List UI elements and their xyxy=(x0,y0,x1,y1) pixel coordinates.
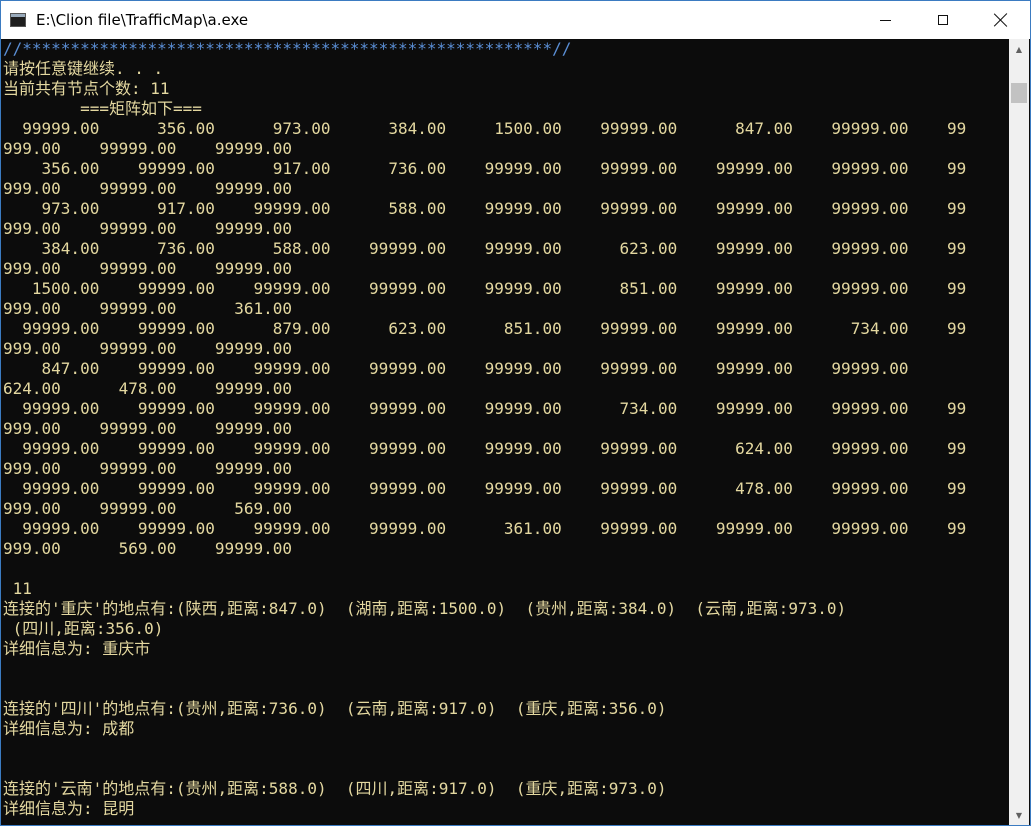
console-window: E:\Clion file\TrafficMap\a.exe //*******… xyxy=(0,0,1031,826)
console-line: 999.00 99999.00 99999.00 xyxy=(3,259,292,278)
console-line: 356.00 99999.00 917.00 736.00 99999.00 9… xyxy=(3,159,967,178)
console-line: 999.00 99999.00 99999.00 xyxy=(3,139,292,158)
console-line: 99999.00 356.00 973.00 384.00 1500.00 99… xyxy=(3,119,967,138)
close-button[interactable] xyxy=(972,1,1030,39)
minimize-icon xyxy=(879,19,891,21)
console-line: 999.00 99999.00 99999.00 xyxy=(3,339,292,358)
console-line: 973.00 917.00 99999.00 588.00 99999.00 9… xyxy=(3,199,967,218)
console-line: ===矩阵如下=== xyxy=(3,99,202,118)
console-line: 999.00 99999.00 99999.00 xyxy=(3,459,292,478)
console-line: 384.00 736.00 588.00 99999.00 99999.00 6… xyxy=(3,239,967,258)
console-line: 99999.00 99999.00 99999.00 99999.00 361.… xyxy=(3,519,967,538)
console-line: 连接的'四川'的地点有:(贵州,距离:736.0) (云南,距离:917.0) … xyxy=(3,699,667,718)
console-line: 连接的'云南'的地点有:(贵州,距离:588.0) (四川,距离:917.0) … xyxy=(3,779,667,798)
scroll-up-arrow-icon[interactable]: ▲ xyxy=(1009,39,1029,59)
scroll-down-arrow-icon[interactable]: ▼ xyxy=(1009,805,1029,825)
console-line: //**************************************… xyxy=(3,39,572,58)
console-line: 详细信息为: 成都 xyxy=(3,719,135,738)
console-line: 99999.00 99999.00 99999.00 99999.00 9999… xyxy=(3,399,967,418)
console-line: 11 xyxy=(3,579,32,598)
console-line: 连接的'重庆'的地点有:(陕西,距离:847.0) (湖南,距离:1500.0)… xyxy=(3,599,847,618)
console-line: 999.00 99999.00 99999.00 xyxy=(3,219,292,238)
close-icon xyxy=(994,13,1008,27)
console-line: 999.00 569.00 99999.00 xyxy=(3,539,292,558)
window-title: E:\Clion file\TrafficMap\a.exe xyxy=(36,11,249,29)
console-line: 999.00 99999.00 99999.00 xyxy=(3,179,292,198)
console-output[interactable]: //**************************************… xyxy=(3,39,1009,825)
maximize-button[interactable] xyxy=(914,1,972,39)
title-bar[interactable]: E:\Clion file\TrafficMap\a.exe xyxy=(1,1,1030,39)
console-line: (四川,距离:356.0) xyxy=(3,619,164,638)
console-line: 99999.00 99999.00 99999.00 99999.00 9999… xyxy=(3,479,967,498)
console-line: 请按任意键继续. . . xyxy=(3,59,164,78)
console-line: 999.00 99999.00 361.00 xyxy=(3,299,292,318)
console-line: 99999.00 99999.00 99999.00 99999.00 9999… xyxy=(3,439,967,458)
console-line: 999.00 99999.00 569.00 xyxy=(3,499,292,518)
console-line: 99999.00 99999.00 879.00 623.00 851.00 9… xyxy=(3,319,967,338)
console-app-icon xyxy=(10,13,26,27)
console-line: 999.00 99999.00 99999.00 xyxy=(3,419,292,438)
vertical-scrollbar[interactable]: ▲ ▼ xyxy=(1009,39,1029,825)
window-controls xyxy=(856,1,1030,39)
console-line: 1500.00 99999.00 99999.00 99999.00 99999… xyxy=(3,279,967,298)
console-line: 详细信息为: 昆明 xyxy=(3,799,135,818)
console-line: 847.00 99999.00 99999.00 99999.00 99999.… xyxy=(3,359,909,378)
maximize-icon xyxy=(938,15,948,25)
console-line: 624.00 478.00 99999.00 xyxy=(3,379,292,398)
scroll-thumb[interactable] xyxy=(1011,83,1027,103)
console-line: 当前共有节点个数: 11 xyxy=(3,79,170,98)
minimize-button[interactable] xyxy=(856,1,914,39)
console-line: 详细信息为: 重庆市 xyxy=(3,639,151,658)
